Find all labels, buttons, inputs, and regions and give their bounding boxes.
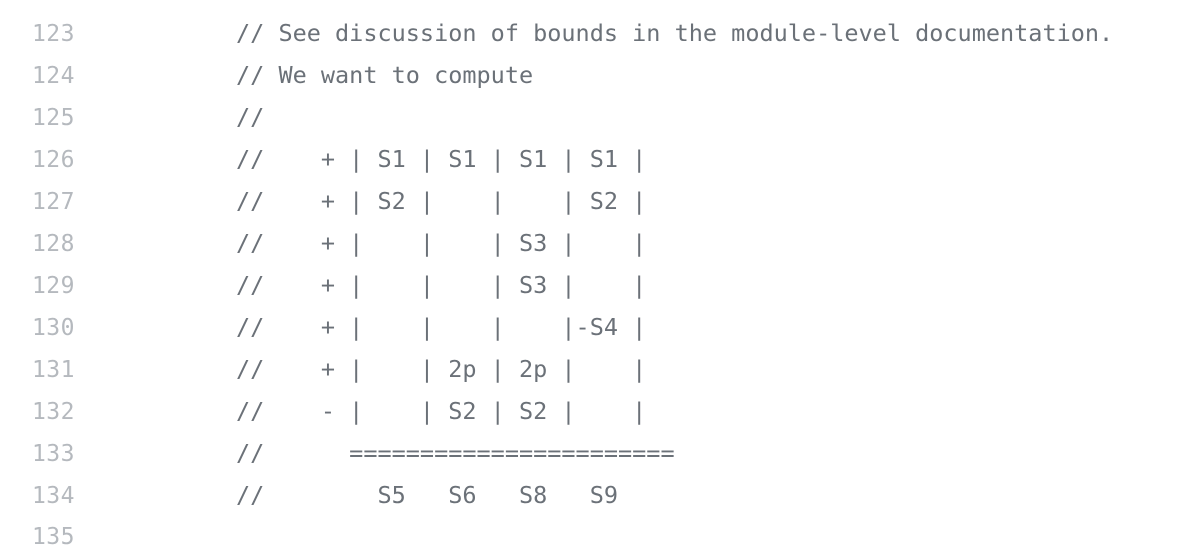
code-line[interactable]: 125 // [0,96,1200,138]
code-line[interactable]: 123 // See discussion of bounds in the mo… [0,12,1200,54]
code-line-text[interactable]: // + | | 2p | 2p | | [236,348,1200,390]
code-line-text[interactable]: // + | S2 | | | S2 | [236,180,1200,222]
code-line-text[interactable]: // + | S1 | S1 | S1 | S1 | [236,138,1200,180]
code-line[interactable]: 133 // ======================= [0,432,1200,474]
code-line-text[interactable]: // [236,96,1200,138]
code-line[interactable]: 128 // + | | | S3 | | [0,222,1200,264]
code-line[interactable]: 134 // S5 S6 S8 S9 [0,474,1200,516]
line-number: 135 [31,524,75,548]
code-line-text[interactable]: // - | | S2 | S2 | | [236,390,1200,432]
code-line[interactable]: 129 // + | | | S3 | | [0,264,1200,306]
line-number: 132 [31,399,75,425]
line-number: 127 [31,189,75,215]
code-line[interactable]: 124 // We want to compute [0,54,1200,96]
line-number: 128 [31,231,75,257]
code-line[interactable]: 127 // + | S2 | | | S2 | [0,180,1200,222]
code-line[interactable]: 135 [0,516,1200,548]
code-line[interactable]: 126 // + | S1 | S1 | S1 | S1 | [0,138,1200,180]
line-number: 124 [31,63,75,89]
line-number: 131 [31,357,75,383]
code-line-text[interactable]: // + | | | S3 | | [236,222,1200,264]
line-number: 130 [31,315,75,341]
line-number: 126 [31,147,75,173]
code-line-text[interactable]: // We want to compute [236,54,1200,96]
line-number: 134 [31,483,75,509]
line-number: 133 [31,441,75,467]
line-number: 129 [31,273,75,299]
line-number: 123 [31,21,75,47]
line-number: 125 [31,105,75,131]
code-editor-view[interactable]: 123 // See discussion of bounds in the mo… [0,0,1200,548]
code-line[interactable]: 132 // - | | S2 | S2 | | [0,390,1200,432]
code-line[interactable]: 130 // + | | | |-S4 | [0,306,1200,348]
code-line-text[interactable]: // + | | | S3 | | [236,264,1200,306]
code-line-text[interactable]: // + | | | |-S4 | [236,306,1200,348]
code-line-text[interactable]: // ======================= [236,432,1200,474]
code-line-text[interactable]: // S5 S6 S8 S9 [236,474,1200,516]
code-line-text[interactable]: // See discussion of bounds in the modul… [236,12,1200,54]
code-line[interactable]: 131 // + | | 2p | 2p | | [0,348,1200,390]
code-line-list: 123 // See discussion of bounds in the mo… [0,0,1200,548]
